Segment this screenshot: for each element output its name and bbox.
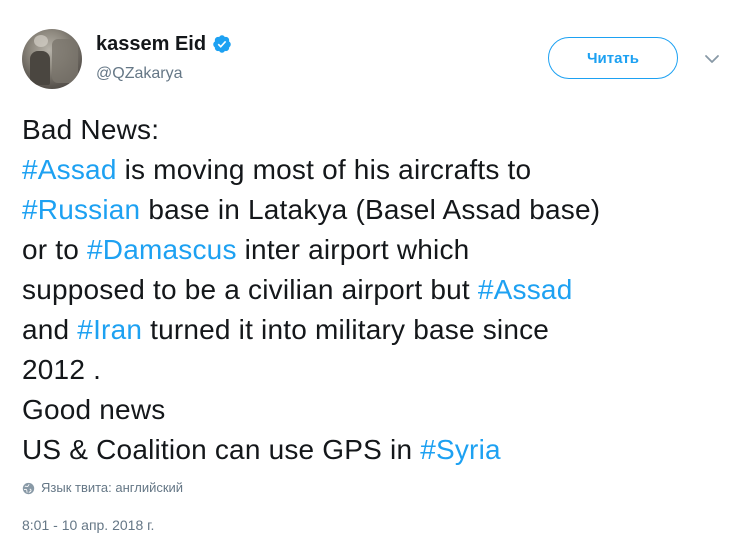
globe-icon [22,482,35,494]
user-name[interactable]: kassem Eid [96,32,232,56]
verified-badge-icon [213,35,231,53]
tweet-text-line: supposed to be a civilian airport but #A… [22,270,732,310]
user-name-text[interactable]: kassem Eid [96,32,206,56]
tweet-text-line: 2012 . [22,350,732,390]
tweet-text-segment: and [22,314,78,345]
avatar-photo-detail [52,39,78,83]
avatar-photo-detail [34,35,48,47]
tweet-text-segment: or to [22,234,88,265]
tweet-text-segment: base in Latakya (Basel Assad base) [140,194,601,225]
follow-button[interactable]: Читать [548,37,678,79]
hashtag-link[interactable]: #Iran [77,314,142,345]
hashtag-link[interactable]: #Damascus [87,234,237,265]
tweet-text-line: or to #Damascus inter airport which [22,230,732,270]
tweet-text-segment: Good news [22,394,166,425]
hashtag-link[interactable]: #Syria [420,434,501,465]
tweet-text-line: #Assad is moving most of his aircrafts t… [22,150,732,190]
language-note-text: Язык твита: английский [41,480,184,495]
tweet-text-line: US & Coalition can use GPS in #Syria [22,430,732,470]
avatar[interactable] [22,29,82,89]
chevron-down-icon[interactable] [703,50,721,68]
tweet-text-line: Good news [22,390,732,430]
tweet-text-line: Bad News: [22,110,732,150]
tweet-text-segment: supposed to be a civilian airport but [22,274,478,305]
tweet-language-note: Язык твита: английский [22,480,183,496]
tweet-timestamp[interactable]: 8:01 - 10 апр. 2018 г. [22,516,154,534]
hashtag-link[interactable]: #Russian [22,194,140,225]
avatar-photo-detail [30,51,50,85]
tweet-text-segment: inter airport which [236,234,470,265]
tweet-text-segment: 2012 . [22,354,102,385]
tweet-text-segment: is moving most of his aircrafts to [116,154,532,185]
tweet-text-line: and #Iran turned it into military base s… [22,310,732,350]
tweet-text-segment: US & Coalition can use GPS in [22,434,421,465]
tweet-text-line: #Russian base in Latakya (Basel Assad ba… [22,190,732,230]
hashtag-link[interactable]: #Assad [478,274,573,305]
hashtag-link[interactable]: #Assad [22,154,117,185]
tweet-text: Bad News: #Assad is moving most of his ai… [22,110,732,470]
user-handle[interactable]: @QZakarya [96,64,182,84]
tweet-text-segment: turned it into military base since [142,314,550,345]
tweet-text-segment: Bad News: [22,114,160,145]
tweet-card: kassem Eid @QZakarya Читать Bad News: #As… [0,0,751,539]
